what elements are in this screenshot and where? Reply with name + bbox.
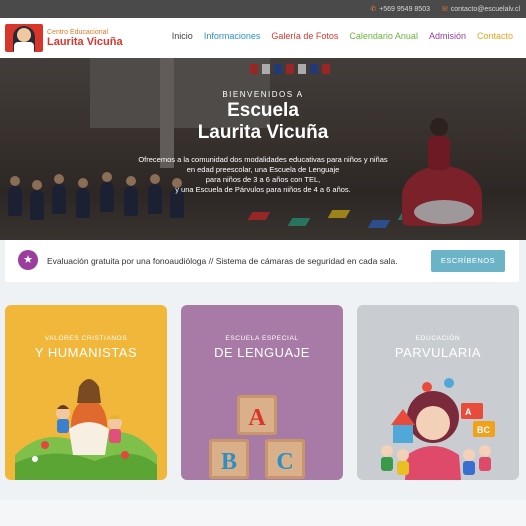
star-icon: ★ <box>18 250 38 270</box>
card-valores[interactable]: VALORES CRISTIANOS Y HUMANISTAS <box>5 305 167 480</box>
top-bar: ✆ +569 9549 8503 ✉ contacto@escuelalv.cl <box>0 0 526 18</box>
nav-admision[interactable]: Admisión <box>429 31 466 41</box>
nav-contacto[interactable]: Contacto <box>477 31 513 41</box>
jesus-children-illustration <box>15 379 157 480</box>
teacher-kids-illustration: A BC <box>381 378 495 480</box>
hero-title-line1: Escuela <box>227 100 299 121</box>
hero-banner: BIENVENIDOS A Escuela Laurita Vicuña Ofr… <box>0 58 526 240</box>
footer-strip <box>0 500 526 526</box>
card-title: DE LENGUAJE <box>214 345 310 360</box>
nav-inicio[interactable]: Inicio <box>172 31 193 41</box>
nav-informaciones[interactable]: Informaciones <box>204 31 261 41</box>
hero-kicker: BIENVENIDOS A <box>222 90 304 99</box>
email-contact[interactable]: ✉ contacto@escuelalv.cl <box>441 5 520 14</box>
logo-title: Laurita Vicuña <box>47 35 123 48</box>
contact-button[interactable]: ESCRÍBENOS <box>431 250 505 272</box>
site-header: Centro Educacional Laurita Vicuña Inicio… <box>0 18 526 58</box>
block-c: C <box>265 439 305 479</box>
phone-contact[interactable]: ✆ +569 9549 8503 <box>370 5 430 14</box>
envelope-icon: ✉ <box>441 6 448 13</box>
hero-content: BIENVENIDOS A Escuela Laurita Vicuña Ofr… <box>0 58 526 240</box>
hero-desc-line: y una Escuela de Párvulos para niños de … <box>175 185 351 194</box>
card-parvularia[interactable]: EDUCACIÓN PARVULARIA A BC <box>357 305 519 480</box>
phone-number: +569 9549 8503 <box>379 5 430 13</box>
card-lenguaje[interactable]: ESCUELA ESPECIAL DE LENGUAJE A B C <box>181 305 343 480</box>
site-logo[interactable]: Centro Educacional Laurita Vicuña <box>5 24 123 52</box>
svg-text:A: A <box>465 407 472 417</box>
main-nav: Inicio Informaciones Galería de Fotos Ca… <box>172 31 513 41</box>
logo-text: Centro Educacional Laurita Vicuña <box>47 29 123 48</box>
svg-text:BC: BC <box>477 425 490 435</box>
block-b: B <box>209 439 249 479</box>
hero-desc-line: en edad preescolar, una Escuela de Lengu… <box>186 165 340 174</box>
hero-description: Ofrecemos a la comunidad dos modalidades… <box>0 155 526 195</box>
logo-image <box>5 24 43 52</box>
logo-subtitle: Centro Educacional <box>47 28 109 36</box>
email-address: contacto@escuelalv.cl <box>450 5 520 13</box>
block-a: A <box>237 395 277 435</box>
card-kicker: ESCUELA ESPECIAL <box>225 335 299 342</box>
notice-text: Evaluación gratuita por una fonoaudiólog… <box>47 256 398 266</box>
hero-desc-line: para niños de 3 a 6 años con TEL, <box>205 175 321 184</box>
hero-title-line2: Laurita Vicuña <box>197 122 329 143</box>
nav-calendario-anual[interactable]: Calendario Anual <box>349 31 418 41</box>
nav-galeria-de-fotos[interactable]: Galería de Fotos <box>271 31 338 41</box>
notice-bar: ★ Evaluación gratuita por una fonoaudiól… <box>5 240 519 282</box>
phone-icon: ✆ <box>370 6 377 13</box>
hero-desc-line: Ofrecemos a la comunidad dos modalidades… <box>138 155 388 164</box>
